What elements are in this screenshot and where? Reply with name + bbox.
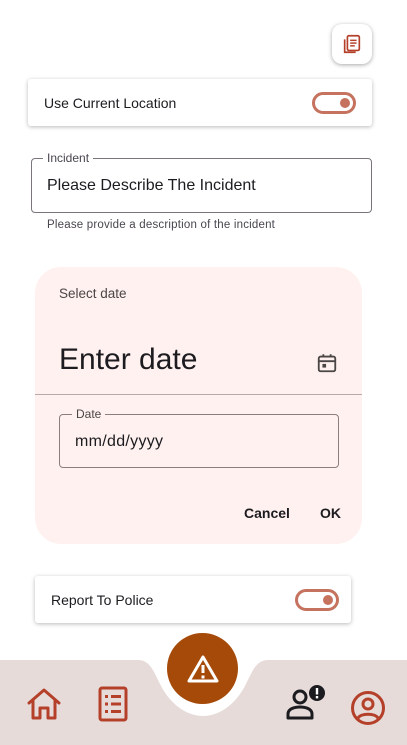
incident-field-label: Incident: [43, 151, 94, 165]
report-to-police-label: Report To Police: [51, 591, 154, 608]
copy-icon: [343, 34, 361, 54]
nav-list[interactable]: [98, 686, 128, 727]
use-current-location-label: Use Current Location: [44, 94, 177, 111]
incident-helper-text: Please provide a description of the inci…: [47, 219, 276, 231]
copy-button[interactable]: [332, 24, 372, 64]
warning-icon: [187, 655, 218, 682]
date-field-label: Date: [72, 407, 106, 421]
nav-person-alert[interactable]: [285, 684, 327, 727]
account-circle-icon: [351, 691, 385, 725]
use-current-location-toggle[interactable]: [312, 91, 356, 114]
report-alert-fab[interactable]: [167, 633, 238, 704]
date-picker-headline: Enter date: [59, 343, 198, 376]
home-icon: [27, 688, 61, 720]
date-input-field[interactable]: Date mm/dd/yyyy: [59, 407, 339, 468]
incident-field-value: Please Describe The Incident: [47, 177, 256, 194]
calendar-icon[interactable]: [316, 352, 338, 374]
list-icon: [98, 686, 128, 722]
report-to-police-toggle[interactable]: [295, 588, 339, 611]
date-picker-title: Select date: [59, 286, 127, 301]
cancel-button[interactable]: Cancel: [244, 505, 290, 521]
date-picker-dialog: Select date Enter date Date mm/dd/yyyy C…: [35, 267, 362, 544]
incident-field[interactable]: Incident Please Describe The Incident: [31, 151, 372, 213]
date-picker-divider: [35, 394, 362, 395]
use-current-location-card: Use Current Location: [28, 79, 372, 126]
nav-home[interactable]: [25, 686, 63, 727]
report-to-police-card: Report To Police: [35, 576, 351, 623]
nav-account[interactable]: [350, 690, 386, 731]
toggle-knob: [340, 97, 350, 108]
ok-button[interactable]: OK: [320, 505, 341, 521]
person-alert-icon: [286, 685, 325, 720]
date-field-value: mm/dd/yyyy: [75, 433, 164, 450]
toggle-knob: [323, 594, 333, 605]
